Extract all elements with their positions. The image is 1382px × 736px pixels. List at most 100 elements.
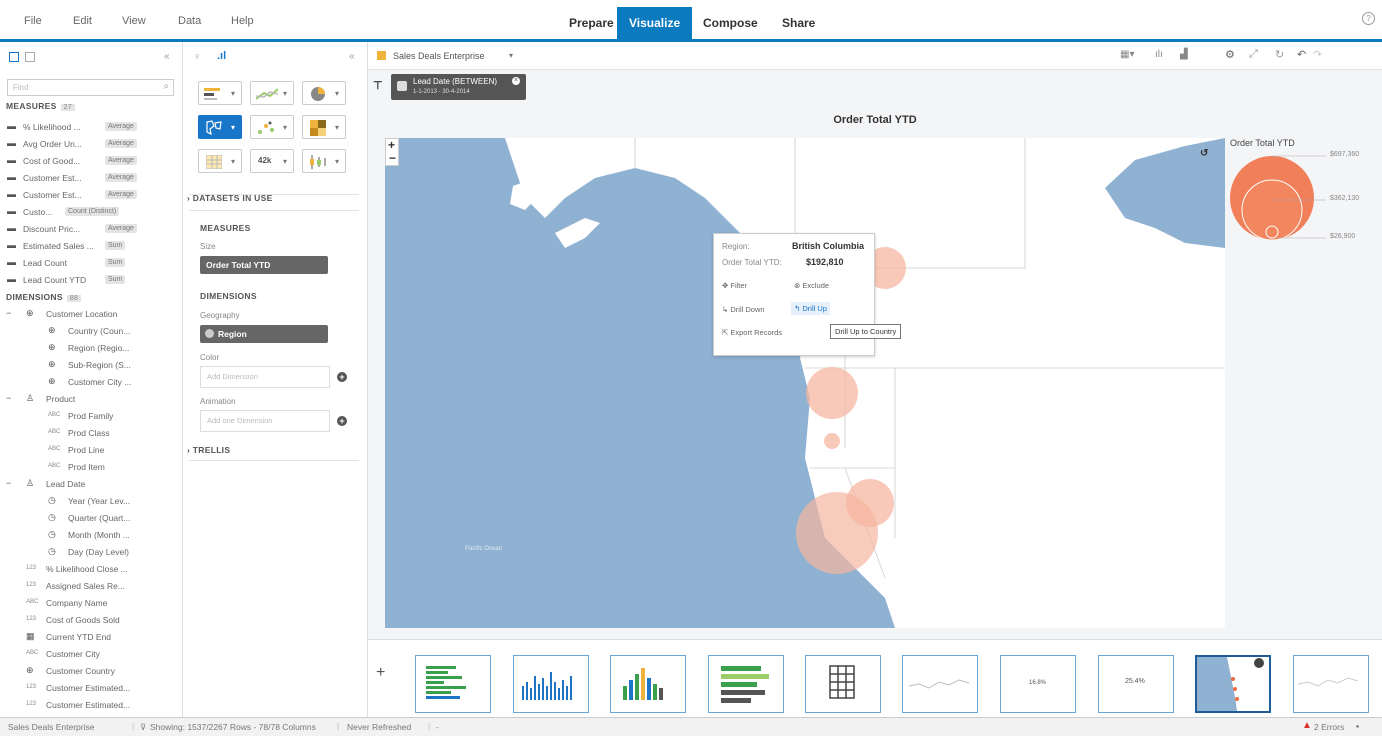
maximize-icon[interactable]: ⤢ bbox=[1249, 48, 1258, 61]
collapse-icon[interactable]: « bbox=[164, 51, 170, 62]
add-animation-icon[interactable]: + bbox=[337, 416, 347, 426]
size-pill[interactable]: Order Total YTD bbox=[200, 256, 328, 274]
collapse-toggle-icon[interactable]: − bbox=[6, 478, 11, 488]
dimension-item[interactable]: 123 Customer Estimated... bbox=[0, 697, 182, 714]
measure-item[interactable]: ▬ Estimated Sales ... Sum bbox=[0, 238, 182, 255]
measure-item[interactable]: ▬ Cost of Good... Average bbox=[0, 153, 182, 170]
filter-icon[interactable]: ⊤ bbox=[373, 79, 383, 92]
geo-map-icon[interactable]: ▾ bbox=[198, 115, 242, 139]
dimension-item[interactable]: ◷ Year (Year Lev... bbox=[0, 493, 182, 510]
tooltip-export[interactable]: ⇱ Export Records bbox=[722, 328, 782, 337]
chart-builder-icon[interactable]: .ıl bbox=[217, 50, 226, 62]
bubble[interactable] bbox=[796, 492, 878, 574]
measure-item[interactable]: ▬ Discount Pric... Average bbox=[0, 221, 182, 238]
thumbnail-hbar[interactable] bbox=[415, 655, 491, 713]
tooltip-drill-up[interactable]: ↰ Drill Up bbox=[791, 302, 830, 315]
gear-icon[interactable]: ⚙ bbox=[1225, 48, 1235, 61]
dimension-item[interactable]: ◷ Month (Month ... bbox=[0, 527, 182, 544]
dimension-item[interactable]: ABC Prod Class bbox=[0, 425, 182, 442]
dimension-item[interactable]: ABC Prod Line bbox=[0, 442, 182, 459]
thumbnail-map[interactable] bbox=[1195, 655, 1271, 713]
measure-item[interactable]: ▬ Customer Est... Average bbox=[0, 170, 182, 187]
menu-file[interactable]: File bbox=[24, 15, 42, 27]
status-dataset[interactable]: Sales Deals Enterprise bbox=[8, 722, 94, 732]
scatter-icon[interactable]: ▾ bbox=[250, 115, 294, 139]
tab-prepare[interactable]: Prepare bbox=[557, 7, 626, 39]
tab-share[interactable]: Share bbox=[770, 7, 827, 39]
measure-item[interactable]: ▬ Lead Count Sum bbox=[0, 255, 182, 272]
aggregation-badge[interactable]: Average bbox=[105, 139, 137, 148]
aggregation-badge[interactable]: Sum bbox=[105, 258, 126, 267]
comment-icon[interactable]: ▪ bbox=[1356, 721, 1359, 731]
dimension-item[interactable]: ◷ Quarter (Quart... bbox=[0, 510, 182, 527]
dimension-item[interactable]: − ♙ Product bbox=[0, 391, 182, 408]
menu-view[interactable]: View bbox=[122, 15, 146, 27]
table-icon[interactable]: ▾ bbox=[198, 149, 242, 173]
dimension-item[interactable]: ⊕ Customer City ... bbox=[0, 374, 182, 391]
line-chart-icon[interactable]: ▾ bbox=[250, 81, 294, 105]
measure-item[interactable]: ▬ Avg Order Un... Average bbox=[0, 136, 182, 153]
tab-visualize[interactable]: Visualize bbox=[617, 7, 693, 39]
status-refresh-button[interactable]: - bbox=[436, 722, 439, 732]
tooltip-drill-down[interactable]: ↳ Drill Down bbox=[722, 305, 765, 314]
zoom-out-button[interactable]: − bbox=[389, 151, 396, 165]
dimension-item[interactable]: ABC Prod Item bbox=[0, 459, 182, 476]
dimension-item[interactable]: ◷ Day (Day Level) bbox=[0, 544, 182, 561]
status-errors[interactable]: 2 Errors bbox=[1314, 722, 1344, 732]
measures-header[interactable]: MEASURES 27 bbox=[6, 101, 75, 111]
pie-chart-icon[interactable]: ▾ bbox=[302, 81, 346, 105]
bar-chart-icon[interactable]: ▾ bbox=[198, 81, 242, 105]
thumbnail-color-column[interactable] bbox=[610, 655, 686, 713]
add-visualization-button[interactable]: + bbox=[376, 664, 385, 682]
panel-toggle-icon[interactable] bbox=[9, 52, 19, 62]
close-icon[interactable]: × bbox=[512, 77, 520, 85]
color-dropzone[interactable]: Add Dimension bbox=[200, 366, 330, 388]
add-color-icon[interactable]: + bbox=[337, 372, 347, 382]
dimensions-header[interactable]: DIMENSIONS 88 bbox=[6, 292, 82, 302]
thumbnail-table[interactable] bbox=[805, 655, 881, 713]
thumbnail-point-2[interactable]: 25.4% bbox=[1098, 655, 1174, 713]
thumbnail-line[interactable] bbox=[902, 655, 978, 713]
measure-item[interactable]: ▬ % Likelihood ... Average bbox=[0, 119, 182, 136]
lightbulb-icon[interactable]: ♀ bbox=[193, 51, 201, 63]
reset-map-icon[interactable]: ↺ bbox=[1200, 148, 1208, 159]
measure-item[interactable]: ▬ Custo... Count (Distinct) bbox=[0, 204, 182, 221]
search-icon[interactable]: ⌕ bbox=[163, 81, 169, 92]
measure-item[interactable]: ▬ Customer Est... Average bbox=[0, 187, 182, 204]
chart-type-icon[interactable]: ılı bbox=[1155, 49, 1163, 60]
bubble[interactable] bbox=[806, 367, 858, 419]
layout-icon[interactable]: ▦▾ bbox=[1120, 49, 1134, 60]
measure-item[interactable]: ▬ Lead Count YTD Sum bbox=[0, 272, 182, 289]
collapse-toggle-icon[interactable]: − bbox=[6, 308, 11, 318]
zoom-in-button[interactable]: + bbox=[388, 138, 395, 152]
aggregation-badge[interactable]: Average bbox=[105, 224, 137, 233]
dimension-item[interactable]: ABC Customer City bbox=[0, 646, 182, 663]
dimension-item[interactable]: 123 % Likelihood Close ... bbox=[0, 561, 182, 578]
thumbnail-stacked-bar[interactable] bbox=[708, 655, 784, 713]
bubble[interactable] bbox=[824, 433, 840, 449]
menu-edit[interactable]: Edit bbox=[73, 15, 92, 27]
aggregation-badge[interactable]: Sum bbox=[105, 275, 126, 284]
thumbnail-point[interactable]: 16.8% bbox=[1000, 655, 1076, 713]
tooltip-filter[interactable]: ✥ Filter bbox=[722, 281, 747, 290]
dimension-item[interactable]: − ⊕ Customer Location bbox=[0, 306, 182, 323]
filter-pill[interactable]: Lead Date (BETWEEN) 1-1-2013 - 30-4-2014… bbox=[391, 74, 526, 100]
trellis-header[interactable]: › TRELLIS bbox=[187, 445, 230, 455]
chart-settings-icon[interactable]: ▟ bbox=[1180, 49, 1188, 60]
numeric-point-icon[interactable]: 42k ▾ bbox=[250, 149, 294, 173]
boxplot-icon[interactable]: ▾ bbox=[302, 149, 346, 173]
aggregation-badge[interactable]: Average bbox=[105, 156, 137, 165]
heat-map-icon[interactable]: ▾ bbox=[302, 115, 346, 139]
dimension-item[interactable]: ⊕ Customer Country bbox=[0, 663, 182, 680]
tooltip-exclude[interactable]: ⊗ Exclude bbox=[794, 281, 829, 290]
animation-dropzone[interactable]: Add one Dimension bbox=[200, 410, 330, 432]
dimension-item[interactable]: ABC Company Name bbox=[0, 595, 182, 612]
dimension-item[interactable]: ⊕ Country (Coun... bbox=[0, 323, 182, 340]
collapse-toggle-icon[interactable]: − bbox=[6, 393, 11, 403]
dimension-item[interactable]: 123 Customer Estimated... bbox=[0, 680, 182, 697]
dataset-name[interactable]: Sales Deals Enterprise bbox=[393, 51, 485, 61]
dimension-item[interactable]: ⊕ Sub-Region (S... bbox=[0, 357, 182, 374]
collapse-icon[interactable]: « bbox=[349, 51, 355, 62]
thumbnail-line-2[interactable] bbox=[1293, 655, 1369, 713]
menu-help[interactable]: Help bbox=[231, 15, 254, 27]
